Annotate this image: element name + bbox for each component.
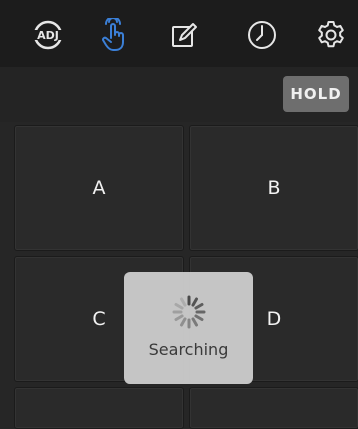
adj-logo-icon[interactable]: ADJ — [30, 17, 66, 53]
pad-c-label: C — [92, 308, 106, 330]
touch-icon[interactable] — [96, 17, 132, 53]
pad-a-button[interactable]: A — [14, 125, 184, 251]
pad-e-button[interactable] — [14, 387, 184, 429]
settings-gear-icon[interactable] — [313, 17, 349, 53]
searching-label: Searching — [148, 340, 229, 359]
pad-d-label: D — [266, 308, 282, 330]
clock-icon[interactable] — [244, 17, 280, 53]
spinner-icon — [172, 295, 205, 329]
edit-icon[interactable] — [166, 17, 202, 53]
searching-overlay: Searching — [124, 272, 253, 384]
pad-b-label: B — [267, 177, 281, 199]
pad-b-button[interactable]: B — [189, 125, 358, 251]
pad-a-label: A — [92, 177, 106, 199]
top-navigation-bar: ADJ — [0, 0, 358, 67]
hold-button[interactable]: HOLD — [283, 76, 349, 112]
pad-f-button[interactable] — [189, 387, 358, 429]
adj-logo-text: ADJ — [37, 29, 59, 42]
